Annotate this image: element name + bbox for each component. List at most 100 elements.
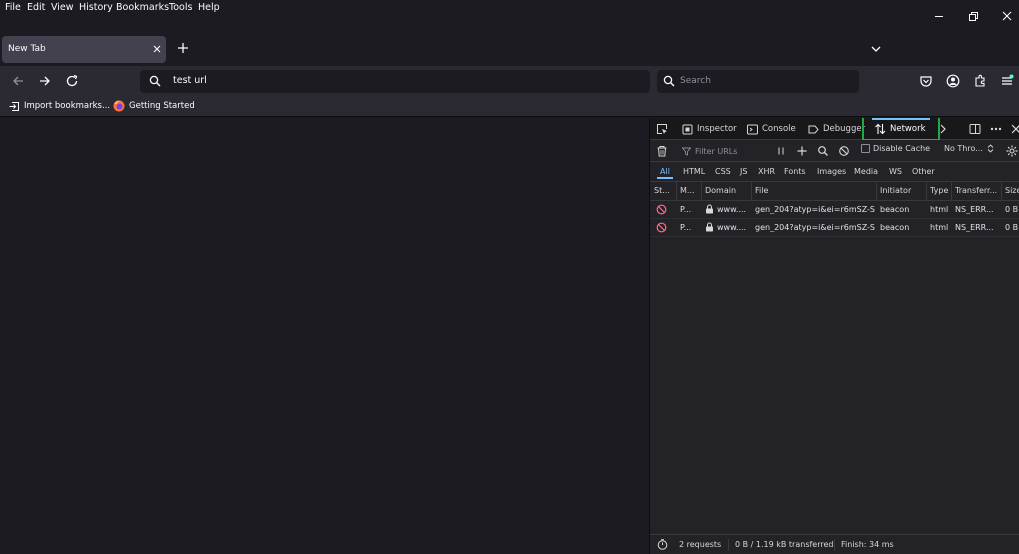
cell-file: gen_204?atyp=i&ei=r6mSZ-SLL — [755, 223, 875, 232]
menu-edit[interactable]: Edit — [27, 2, 45, 13]
column-divider[interactable] — [951, 182, 952, 201]
settings-gear-icon[interactable] — [1006, 145, 1018, 157]
throttle-label: No Thro... — [944, 144, 983, 153]
search-icon[interactable] — [817, 145, 829, 157]
network-tab-highlight — [862, 118, 940, 141]
table-row[interactable]: P... www.... gen_204?atyp=i&ei=r6mSZ-SLL… — [650, 201, 1019, 219]
col-size[interactable]: Size — [1005, 186, 1019, 195]
cell-transferred: NS_ERR... — [955, 223, 994, 232]
cell-size: 0 B — [1005, 205, 1019, 214]
search-bar[interactable]: Search — [657, 70, 859, 93]
bookmark-import[interactable]: Import bookmarks... — [9, 99, 110, 113]
bookmark-getting-started[interactable]: Getting Started — [113, 99, 195, 113]
cell-domain: www.... — [717, 223, 747, 232]
bookmark-label: Getting Started — [129, 101, 195, 111]
menu-help[interactable]: Help — [198, 2, 220, 13]
search-icon — [149, 75, 161, 87]
pocket-icon[interactable] — [919, 74, 933, 88]
filter-xhr[interactable]: XHR — [755, 165, 778, 179]
filter-html[interactable]: HTML — [680, 165, 708, 179]
column-divider[interactable] — [751, 182, 752, 201]
tab-debugger[interactable]: Debugger — [808, 118, 865, 140]
transferred-summary: 0 B / 1.19 kB transferred — [735, 540, 834, 549]
cell-type: html — [930, 205, 949, 214]
column-divider[interactable] — [876, 182, 877, 201]
cell-file: gen_204?atyp=i&ei=r6mSZ-SLL — [755, 205, 875, 214]
filter-media[interactable]: Media — [851, 165, 881, 179]
filter-all[interactable]: All — [657, 165, 673, 179]
firefox-icon — [113, 100, 125, 112]
col-type[interactable]: Type — [930, 186, 950, 195]
disable-cache-checkbox[interactable]: Disable Cache — [861, 144, 930, 153]
menu-file[interactable]: File — [5, 2, 21, 13]
col-status[interactable]: St... — [654, 186, 674, 195]
network-status-bar: 2 requests 0 B / 1.19 kB transferred Fin… — [650, 534, 1019, 554]
window-close-icon[interactable] — [1000, 9, 1014, 23]
cell-domain: www.... — [717, 205, 747, 214]
block-icon[interactable] — [838, 145, 850, 157]
menu-tools[interactable]: Tools — [169, 2, 192, 13]
forward-arrow-icon[interactable] — [38, 74, 52, 88]
reload-icon[interactable] — [65, 74, 79, 88]
column-divider[interactable] — [701, 182, 702, 201]
dock-side-icon[interactable] — [969, 123, 981, 135]
app-menu-icon[interactable] — [1000, 74, 1014, 88]
trash-icon[interactable] — [656, 145, 668, 157]
col-file[interactable]: File — [755, 186, 875, 195]
add-icon[interactable] — [796, 145, 808, 157]
table-row[interactable]: P... www.... gen_204?atyp=i&ei=r6mSZ-SLL… — [650, 219, 1019, 237]
menu-bar: File Edit View History Bookmarks Tools H… — [0, 0, 1019, 32]
lock-icon — [705, 222, 714, 232]
chevron-right-icon[interactable] — [937, 123, 949, 135]
tab-label: Debugger — [823, 124, 866, 134]
url-input[interactable]: test url — [173, 75, 207, 86]
menu-history[interactable]: History — [79, 2, 113, 13]
col-transferred[interactable]: Transferr... — [955, 186, 1001, 195]
url-bar[interactable]: test url — [140, 70, 650, 93]
chevron-down-icon[interactable] — [870, 43, 882, 55]
filter-js[interactable]: JS — [737, 165, 750, 179]
element-picker-icon[interactable] — [656, 123, 668, 135]
filter-fonts[interactable]: Fonts — [781, 165, 809, 179]
tab-close-icon[interactable] — [152, 44, 162, 54]
col-initiator[interactable]: Initiator — [880, 186, 924, 195]
request-type-filters: All HTML CSS JS XHR Fonts Images Media W… — [650, 162, 1019, 182]
checkbox-box[interactable] — [861, 144, 870, 153]
pause-icon[interactable] — [775, 145, 787, 157]
column-divider[interactable] — [676, 182, 677, 201]
tab-inspector[interactable]: Inspector — [682, 118, 737, 140]
extensions-icon[interactable] — [973, 74, 987, 88]
search-placeholder: Search — [680, 76, 711, 86]
column-divider[interactable] — [1001, 182, 1002, 201]
devtools-close-icon[interactable] — [1010, 123, 1019, 135]
tab-console[interactable]: Console — [747, 118, 796, 140]
filter-other[interactable]: Other — [909, 165, 938, 179]
tab-new-tab[interactable]: New Tab — [2, 36, 166, 63]
cell-initiator: beacon — [880, 205, 910, 214]
back-arrow-icon[interactable] — [11, 74, 25, 88]
new-tab-plus-icon[interactable] — [177, 42, 189, 54]
menu-bookmarks[interactable]: Bookmarks — [116, 2, 169, 13]
tab-label: Console — [762, 124, 796, 134]
menu-view[interactable]: View — [51, 2, 74, 13]
filter-ws[interactable]: WS — [886, 165, 905, 179]
minimize-icon[interactable] — [932, 9, 946, 23]
filter-placeholder: Filter URLs — [695, 146, 738, 156]
filter-css[interactable]: CSS — [712, 165, 734, 179]
col-method[interactable]: M... — [680, 186, 698, 195]
account-icon[interactable] — [946, 74, 960, 88]
divider — [834, 539, 835, 551]
col-domain[interactable]: Domain — [705, 186, 747, 195]
filter-urls-input[interactable]: Filter URLs — [678, 142, 768, 160]
cell-method: P... — [680, 205, 692, 214]
column-divider[interactable] — [926, 182, 927, 201]
cell-type: html — [930, 223, 949, 232]
network-toolbar: Filter URLs Disable Cache No Thro... — [650, 140, 1019, 162]
throttling-select[interactable]: No Thro... — [944, 144, 994, 153]
filter-images[interactable]: Images — [814, 165, 849, 179]
restore-icon[interactable] — [966, 9, 980, 23]
more-options-icon[interactable] — [990, 123, 1002, 135]
import-icon — [9, 101, 20, 112]
cell-method: P... — [680, 223, 692, 232]
request-count: 2 requests — [679, 540, 722, 549]
